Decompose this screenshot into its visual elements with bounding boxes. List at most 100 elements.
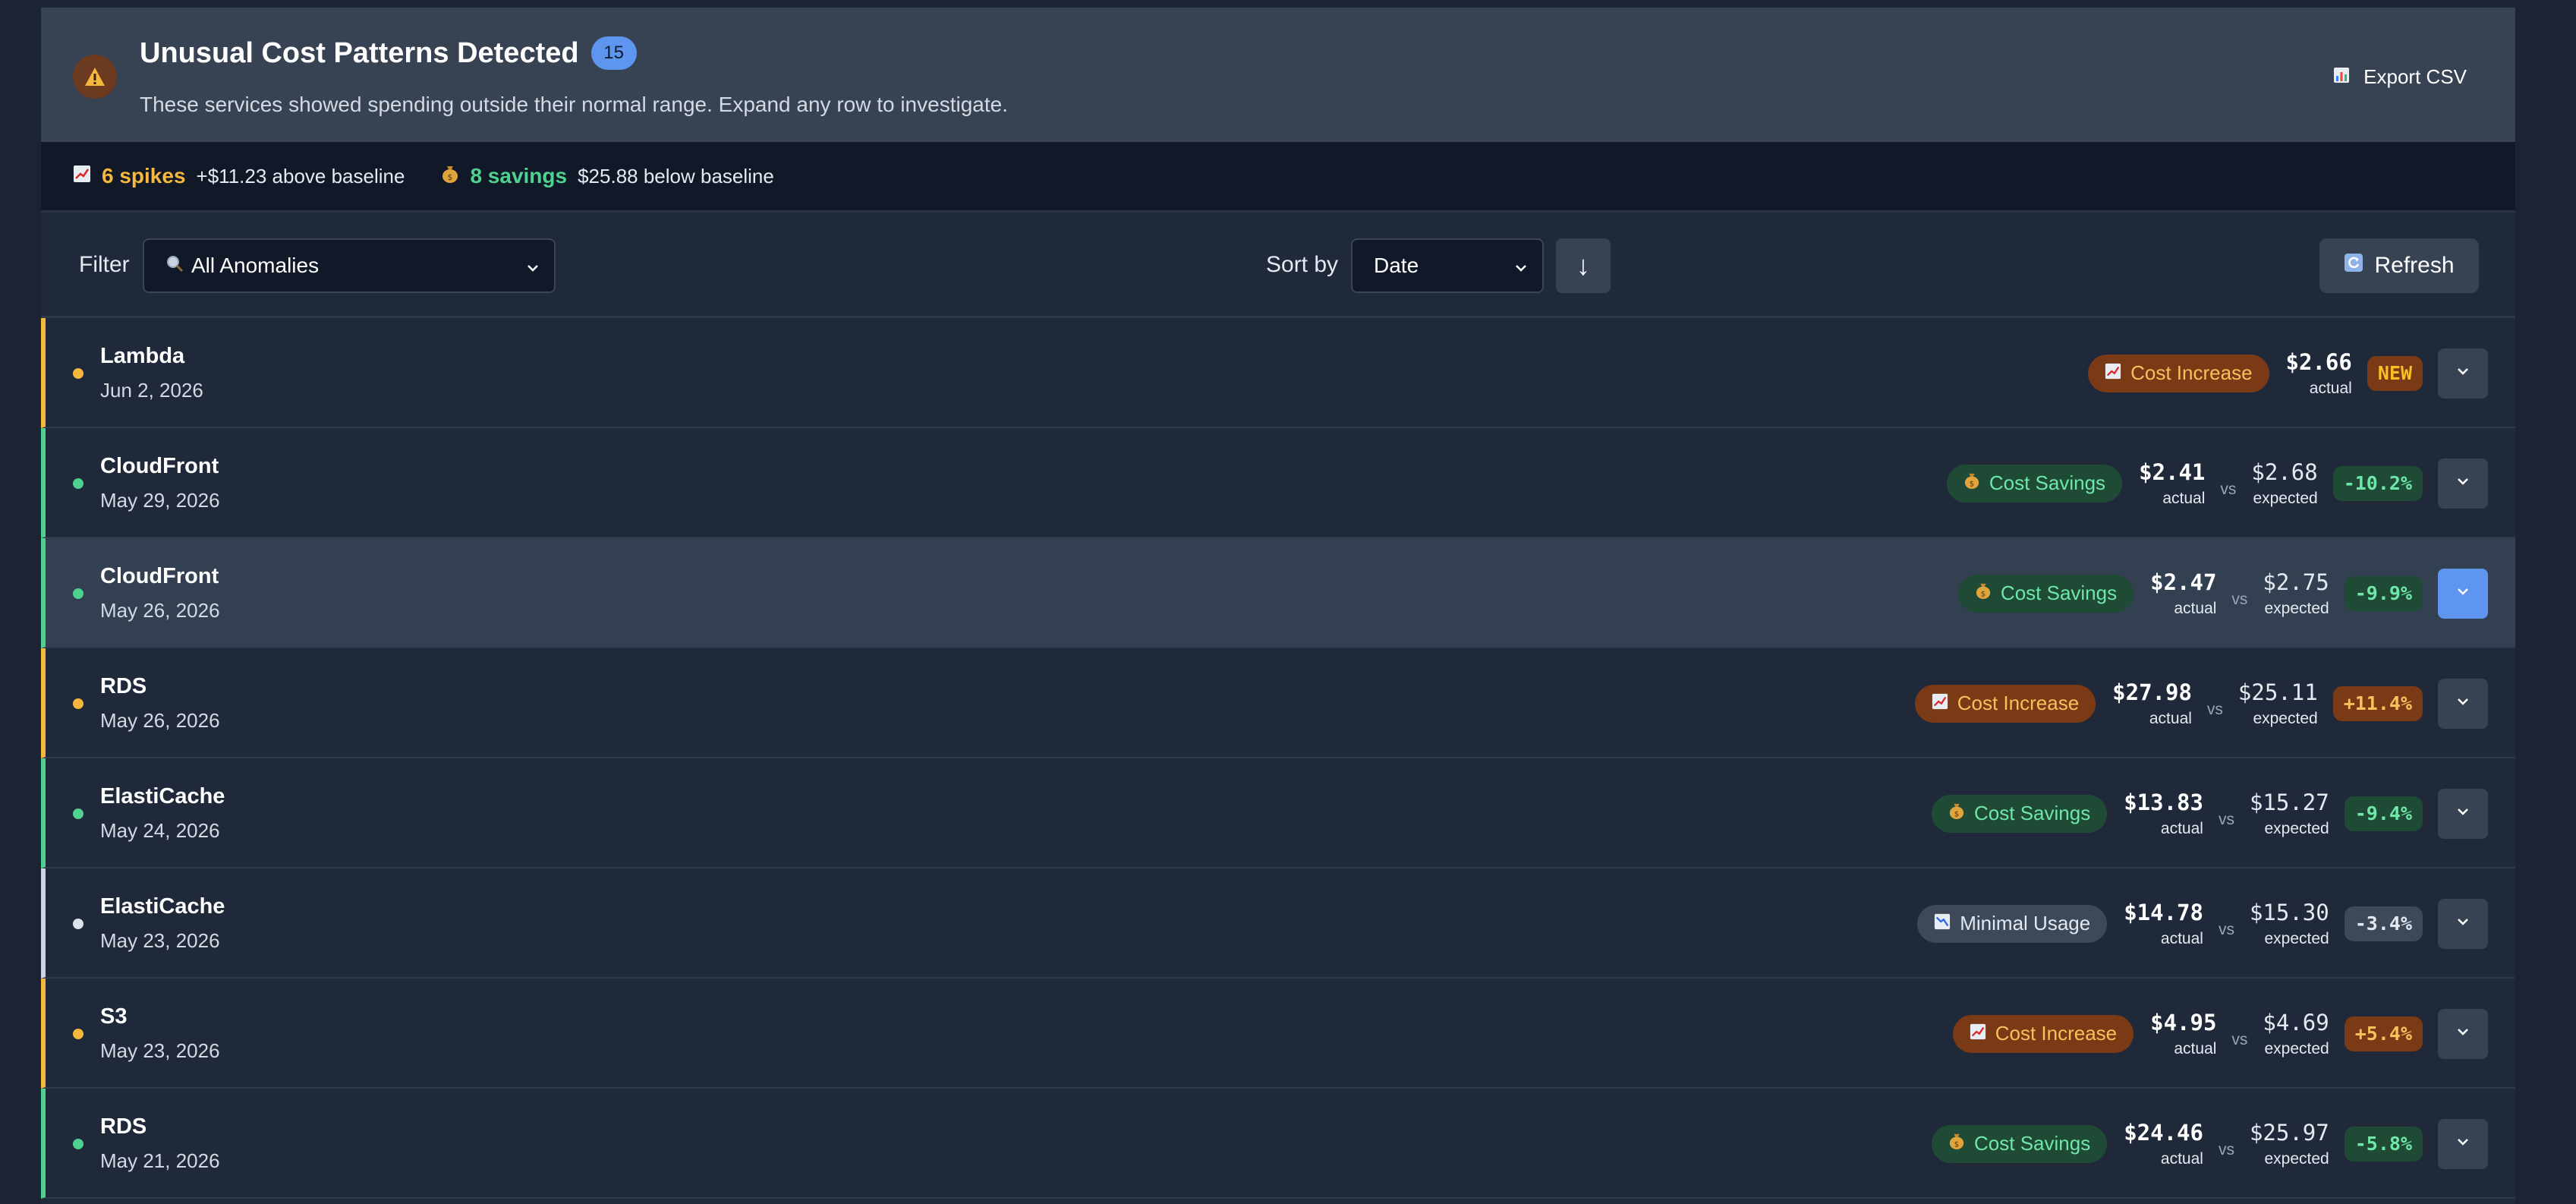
- status-dot: [73, 1139, 83, 1149]
- chevron-down-icon: [2455, 1024, 2471, 1043]
- chevron-down-icon: [2455, 804, 2471, 823]
- chevron-down-icon: [2455, 1134, 2471, 1153]
- expand-row-button[interactable]: [2438, 348, 2488, 399]
- expand-row-button[interactable]: [2438, 458, 2488, 509]
- expected-amount: $2.75 expected: [2263, 569, 2329, 618]
- anomaly-row[interactable]: CloudFront May 26, 2026 $ Cost Savings $…: [41, 538, 2515, 648]
- expected-caption: expected: [2264, 1039, 2329, 1057]
- savings-summary: $ 8 savings $25.88 below baseline: [441, 164, 774, 189]
- expected-caption: expected: [2253, 489, 2318, 507]
- money-bag-icon: $: [1975, 582, 1992, 605]
- sort-direction-button[interactable]: ↓: [1556, 238, 1611, 293]
- status-dot: [73, 478, 83, 489]
- refresh-button[interactable]: Refresh: [2319, 238, 2479, 293]
- actual-value: $13.83: [2124, 789, 2203, 815]
- expand-row-button[interactable]: [2438, 1118, 2488, 1169]
- money-bag-icon: $: [441, 164, 459, 189]
- anomaly-type-label: Cost Savings: [1974, 802, 2091, 824]
- anomaly-date: May 23, 2026: [100, 1039, 220, 1062]
- svg-text:$: $: [1970, 480, 1974, 488]
- actual-value: $4.95: [2150, 1009, 2217, 1035]
- expand-row-button[interactable]: [2438, 788, 2488, 839]
- anomaly-list: Lambda Jun 2, 2026 Cost Increase $2.66 a…: [41, 318, 2515, 1199]
- expected-amount: $25.11 expected: [2238, 679, 2318, 728]
- status-dot: [73, 368, 83, 379]
- anomaly-filter-select[interactable]: All Anomalies: [143, 238, 556, 293]
- actual-caption: actual: [2160, 929, 2203, 947]
- actual-value: $24.46: [2124, 1119, 2203, 1146]
- actual-amount: $4.95 actual: [2150, 1010, 2216, 1058]
- spikes-text: +$11.23 above baseline: [196, 164, 405, 188]
- anomaly-row[interactable]: Lambda Jun 2, 2026 Cost Increase $2.66 a…: [41, 318, 2515, 428]
- chart-icon: [2333, 65, 2350, 89]
- actual-amount: $2.41 actual: [2139, 459, 2205, 508]
- actual-value: $2.47: [2150, 569, 2217, 595]
- trend-up-icon: [2105, 361, 2121, 385]
- expected-value: $4.69: [2263, 1009, 2329, 1035]
- actual-amount: $13.83 actual: [2124, 790, 2203, 838]
- anomaly-row[interactable]: RDS May 26, 2026 Cost Increase $27.98 ac…: [41, 648, 2515, 758]
- service-name: RDS: [100, 1114, 147, 1139]
- vs-label: vs: [2218, 810, 2234, 828]
- spikes-label: 6 spikes: [102, 164, 186, 188]
- anomaly-date: May 23, 2026: [100, 929, 220, 952]
- export-csv-button[interactable]: Export CSV: [2333, 65, 2467, 89]
- anomaly-type-tag: Cost Increase: [2088, 354, 2269, 392]
- actual-caption: actual: [2309, 379, 2352, 397]
- anomaly-row[interactable]: RDS May 21, 2026 $ Cost Savings $24.46 a…: [41, 1089, 2515, 1199]
- anomaly-type-label: Cost Savings: [1989, 471, 2106, 494]
- money-bag-icon: $: [1963, 471, 1980, 495]
- filter-label: Filter: [79, 252, 130, 277]
- refresh-icon: [2344, 253, 2363, 279]
- service-name: RDS: [100, 674, 147, 698]
- expected-caption: expected: [2264, 819, 2329, 837]
- anomaly-type-label: Cost Savings: [1974, 1132, 2091, 1155]
- anomaly-row[interactable]: CloudFront May 29, 2026 $ Cost Savings $…: [41, 428, 2515, 538]
- vs-label: vs: [2220, 480, 2237, 498]
- anomaly-date: May 29, 2026: [100, 489, 220, 512]
- expected-caption: expected: [2264, 599, 2329, 617]
- summary-bar: 6 spikes +$11.23 above baseline $ 8 savi…: [41, 142, 2515, 213]
- chevron-down-icon: [2455, 914, 2471, 933]
- anomaly-row[interactable]: ElastiCache May 24, 2026 $ Cost Savings …: [41, 758, 2515, 868]
- expected-value: $25.97: [2249, 1119, 2329, 1146]
- expand-row-button[interactable]: [2438, 1008, 2488, 1059]
- vs-label: vs: [2231, 1030, 2248, 1048]
- magnifier-icon: [165, 254, 184, 278]
- service-name: CloudFront: [100, 454, 219, 478]
- actual-value: $14.78: [2124, 899, 2203, 925]
- change-badge: -3.4%: [2344, 906, 2423, 941]
- chevron-down-icon: [525, 257, 540, 281]
- anomaly-type-tag: $ Cost Savings: [1946, 464, 2123, 503]
- expand-row-button[interactable]: [2438, 678, 2488, 729]
- savings-label: 8 savings: [470, 164, 568, 188]
- actual-caption: actual: [2160, 1149, 2203, 1168]
- expand-row-button[interactable]: [2438, 898, 2488, 949]
- trend-down-icon: [1934, 912, 1951, 935]
- anomaly-type-tag: $ Cost Savings: [1957, 574, 2134, 613]
- anomaly-type-tag: Cost Increase: [1914, 684, 2096, 723]
- change-badge: +5.4%: [2344, 1016, 2423, 1051]
- actual-value: $2.66: [2285, 348, 2352, 375]
- chevron-down-icon: [2455, 364, 2471, 383]
- anomaly-row[interactable]: ElastiCache May 23, 2026 Minimal Usage $…: [41, 868, 2515, 979]
- change-badge: -10.2%: [2332, 465, 2423, 501]
- actual-caption: actual: [2174, 599, 2217, 617]
- anomalies-panel: Unusual Cost Patterns Detected 15 These …: [41, 8, 2515, 1204]
- expected-amount: $25.97 expected: [2250, 1120, 2329, 1168]
- svg-text:$: $: [1954, 1140, 1959, 1149]
- expected-value: $15.27: [2249, 789, 2329, 815]
- status-dot: [73, 698, 83, 709]
- svg-text:$: $: [1981, 590, 1986, 598]
- anomaly-type-label: Cost Savings: [2000, 582, 2118, 604]
- refresh-label: Refresh: [2374, 253, 2455, 278]
- anomaly-date: May 26, 2026: [100, 709, 220, 732]
- sort-value: Date: [1374, 254, 1419, 277]
- sort-label: Sort by: [1266, 252, 1339, 277]
- sort-select[interactable]: Date: [1351, 238, 1544, 293]
- anomaly-row[interactable]: S3 May 23, 2026 Cost Increase $4.95 actu…: [41, 979, 2515, 1089]
- expected-amount: $15.30 expected: [2250, 900, 2329, 948]
- expand-row-button[interactable]: [2438, 568, 2488, 619]
- filter-value: All Anomalies: [191, 254, 320, 277]
- expected-value: $2.75: [2263, 569, 2329, 595]
